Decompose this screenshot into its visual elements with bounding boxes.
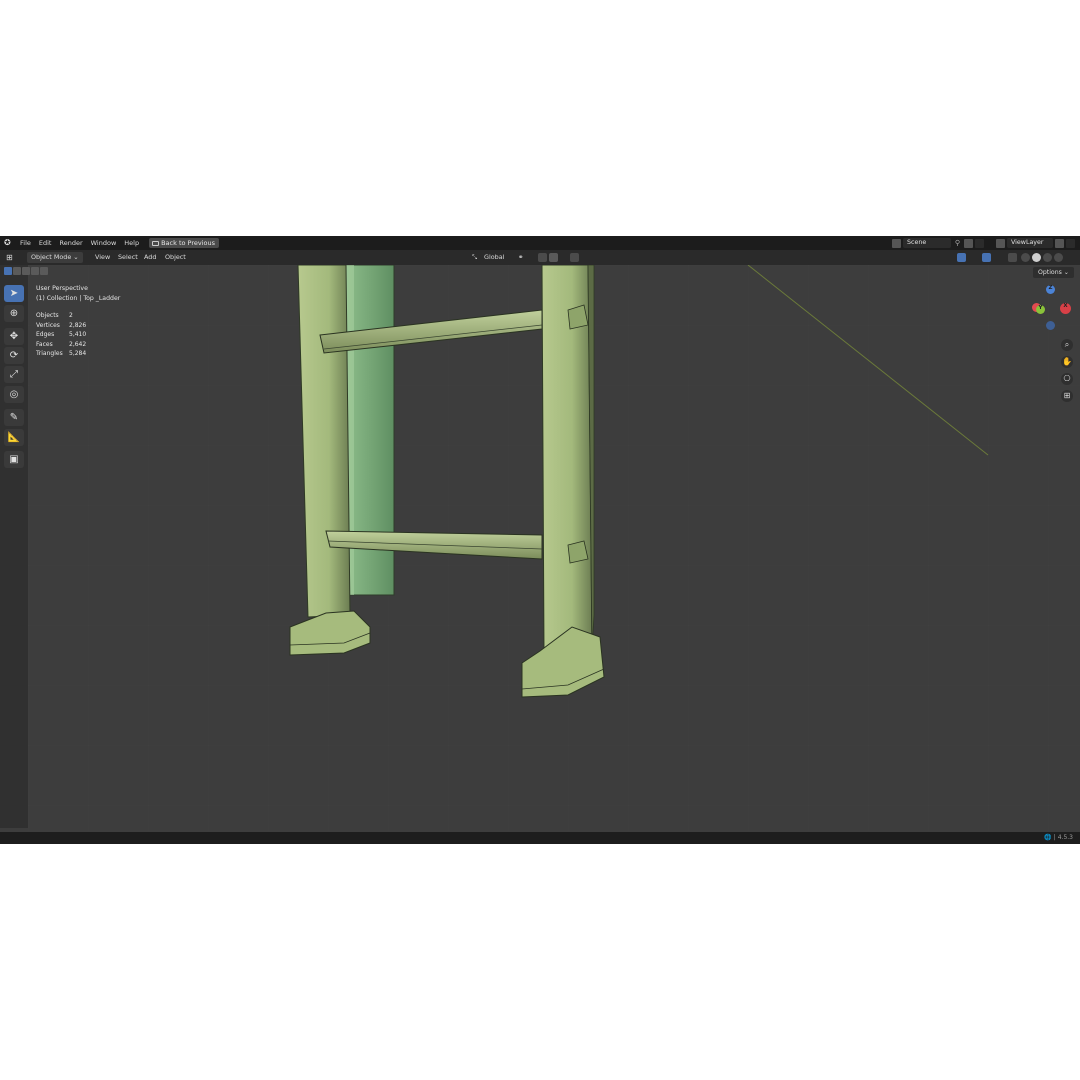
select-mode-buttons bbox=[4, 267, 48, 275]
options-dropdown[interactable]: Options ⌄ bbox=[1032, 267, 1074, 278]
new-scene-icon[interactable] bbox=[964, 238, 973, 248]
menu-select[interactable]: Select bbox=[118, 250, 138, 265]
viewport-header: ⊞ Object Mode ⌄ View Select Add Object ⤡… bbox=[0, 250, 1080, 265]
scene-selector[interactable]: Scene ⚲ ViewLayer bbox=[892, 238, 1075, 248]
back-to-previous-label: Back to Previous bbox=[161, 239, 216, 247]
menu-view[interactable]: View bbox=[95, 250, 110, 265]
menu-help[interactable]: Help bbox=[120, 236, 143, 250]
new-view-layer-icon[interactable] bbox=[1055, 238, 1064, 248]
overlay-toggle-icon[interactable] bbox=[982, 253, 991, 262]
cursor-arrow-icon: ➤ bbox=[9, 288, 19, 299]
menu-file[interactable]: File bbox=[16, 236, 35, 250]
stat-row: Edges 5,410 bbox=[36, 331, 87, 339]
version-label: 🌐 | 4.5.3 bbox=[1044, 834, 1073, 841]
gizmo-toggle-icon[interactable] bbox=[957, 253, 966, 262]
rotate-tool[interactable]: ⟳ bbox=[4, 347, 24, 364]
scene-icon bbox=[892, 238, 901, 248]
screen-icon bbox=[152, 240, 160, 246]
measure-tool[interactable]: 📐 bbox=[4, 429, 24, 446]
wireframe-shading-icon[interactable] bbox=[1021, 253, 1030, 262]
pan-hand-icon[interactable]: ✋ bbox=[1061, 356, 1073, 368]
stat-row: Objects 2 bbox=[36, 312, 73, 319]
menu-add[interactable]: Add bbox=[144, 250, 156, 265]
scale-tool[interactable]: ⤢ bbox=[4, 366, 24, 383]
gizmo-x-axis[interactable]: X bbox=[1060, 303, 1071, 314]
collection-label: (1) Collection | Top _Ladder bbox=[36, 294, 121, 302]
material-shading-icon[interactable] bbox=[1043, 253, 1052, 262]
view-layer-field[interactable]: ViewLayer bbox=[1007, 238, 1053, 248]
blender-window: ✪ File Edit Render Window Help Back to P… bbox=[0, 236, 1080, 844]
stat-row: Triangles 5,284 bbox=[36, 350, 87, 358]
transform-orientation-icon: ⤡ bbox=[472, 253, 478, 261]
add-cube-tool[interactable]: ▣ bbox=[4, 451, 24, 468]
select-extend-icon[interactable] bbox=[13, 267, 21, 275]
top-menu-bar: ✪ File Edit Render Window Help Back to P… bbox=[0, 236, 1080, 250]
cursor-tool[interactable]: ⊕ bbox=[4, 305, 24, 322]
menu-window[interactable]: Window bbox=[87, 236, 121, 250]
scene-statistics: Objects 2 Vertices 2,826 Edges 5,410 Faces 2… bbox=[36, 311, 86, 359]
lower-bracket bbox=[567, 540, 589, 564]
ladder-scene bbox=[28, 265, 1080, 831]
proportional-editing-icon[interactable] bbox=[570, 253, 579, 262]
snap-target-icon[interactable] bbox=[549, 253, 558, 262]
snap-toggle-icon[interactable] bbox=[538, 253, 547, 262]
visibility-icon[interactable] bbox=[936, 253, 945, 262]
scale-icon: ⤢ bbox=[10, 369, 18, 380]
camera-view-icon[interactable]: ⎔ bbox=[1061, 373, 1073, 385]
gizmo-z-axis[interactable]: Z bbox=[1046, 285, 1055, 294]
gizmo-neg-z-axis[interactable] bbox=[1046, 321, 1055, 330]
viewport-info: User Perspective (1) Collection | Top _L… bbox=[36, 284, 120, 303]
annotate-tool[interactable]: ✎ bbox=[4, 409, 24, 426]
delete-view-layer-icon[interactable] bbox=[1066, 238, 1075, 248]
transform-icon: ◎ bbox=[9, 389, 19, 400]
move-tool[interactable]: ✥ bbox=[4, 328, 24, 345]
pivot-point-icon[interactable]: ⚭ bbox=[518, 250, 523, 265]
view-layer-icon bbox=[996, 238, 1005, 248]
delete-scene-icon[interactable] bbox=[975, 238, 984, 248]
menu-object[interactable]: Object bbox=[165, 250, 186, 265]
rendered-shading-icon[interactable] bbox=[1054, 253, 1063, 262]
transform-tool[interactable]: ◎ bbox=[4, 386, 24, 403]
blender-logo-icon[interactable]: ✪ bbox=[4, 238, 16, 248]
select-intersect-icon[interactable] bbox=[40, 267, 48, 275]
status-bar: 🌐 | 4.5.3 bbox=[0, 832, 1080, 844]
3d-viewport[interactable]: Z Y X ⌕ ✋ ⎔ ⊞ bbox=[28, 265, 1080, 831]
editor-type-icon[interactable]: ⊞ bbox=[6, 250, 13, 265]
rotate-icon: ⟳ bbox=[9, 350, 19, 361]
solid-shading-icon[interactable] bbox=[1032, 253, 1041, 262]
back-to-previous-button[interactable]: Back to Previous bbox=[149, 238, 220, 248]
stat-row: Faces 2,642 bbox=[36, 340, 87, 348]
select-box-tool[interactable]: ➤ bbox=[4, 285, 24, 302]
select-difference-icon[interactable] bbox=[31, 267, 39, 275]
pencil-icon: ✎ bbox=[9, 412, 19, 423]
stat-row: Vertices 2,826 bbox=[36, 321, 87, 329]
object-mode-label: Object Mode bbox=[31, 253, 72, 261]
perspective-label: User Perspective bbox=[36, 285, 88, 292]
ruler-icon: 📐 bbox=[7, 432, 21, 443]
zoom-icon[interactable]: ⌕ bbox=[1061, 339, 1073, 351]
ortho-toggle-icon[interactable]: ⊞ bbox=[1061, 390, 1073, 402]
select-subtract-icon[interactable] bbox=[22, 267, 30, 275]
cube-add-icon: ▣ bbox=[9, 454, 19, 465]
select-new-icon[interactable] bbox=[4, 267, 12, 275]
menu-edit[interactable]: Edit bbox=[35, 236, 56, 250]
transform-orientation-dropdown[interactable]: Global bbox=[484, 250, 504, 265]
menu-render[interactable]: Render bbox=[55, 236, 86, 250]
xray-toggle-icon[interactable] bbox=[1008, 253, 1017, 262]
move-arrows-icon: ✥ bbox=[9, 331, 19, 342]
crosshair-icon: ⊕ bbox=[9, 308, 19, 319]
mode-dropdown[interactable]: Object Mode ⌄ bbox=[27, 252, 83, 263]
pin-icon[interactable]: ⚲ bbox=[953, 239, 962, 248]
gizmo-y-axis[interactable]: Y bbox=[1036, 305, 1045, 314]
scene-name-field[interactable]: Scene bbox=[903, 238, 951, 248]
